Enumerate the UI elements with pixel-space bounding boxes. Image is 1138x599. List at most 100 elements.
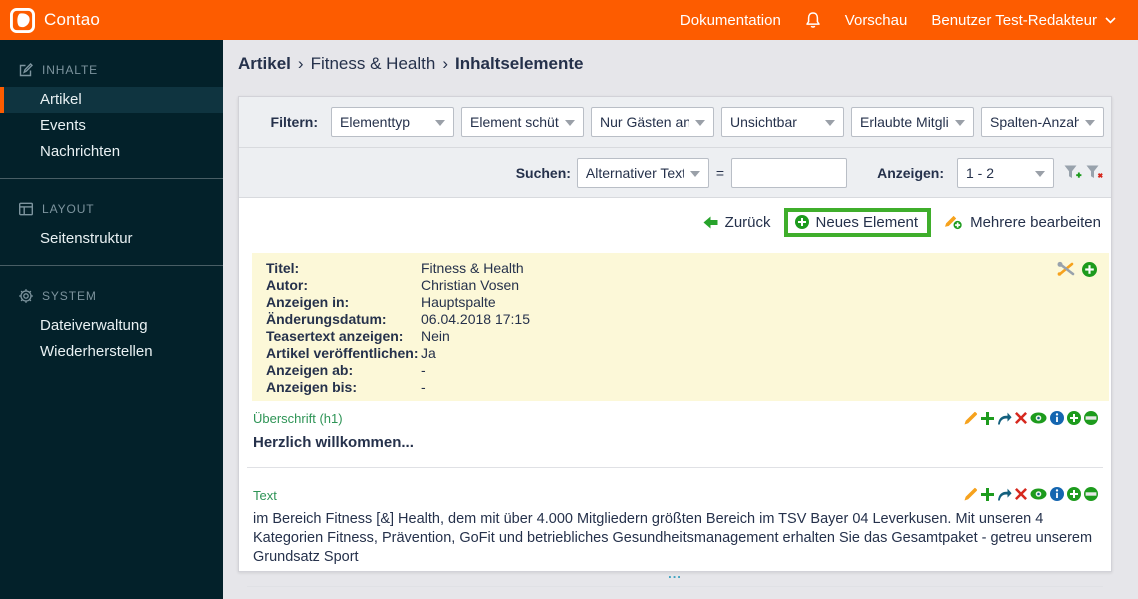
info-label: Anzeigen ab: [266, 362, 354, 378]
top-header: Contao Dokumentation Vorschau Benutzer T… [0, 0, 1138, 40]
edit-pencil-icon[interactable] [964, 487, 978, 501]
element-more-ellipsis[interactable]: ... [253, 567, 1097, 581]
info-label: Autor: [266, 277, 308, 293]
info-icon[interactable] [1050, 487, 1064, 501]
duplicate-plus-icon[interactable] [981, 411, 994, 425]
breadcrumb-separator: › [442, 54, 448, 73]
sidebar-item-nachrichten[interactable]: Nachrichten [0, 139, 223, 165]
delete-x-icon[interactable] [1015, 412, 1027, 424]
sidebar-item-artikel[interactable]: Artikel [0, 87, 223, 113]
duplicate-plus-icon[interactable] [981, 487, 994, 501]
brand-home-link[interactable]: Contao [0, 7, 101, 33]
info-label: Änderungsdatum: [266, 311, 387, 327]
visibility-eye-icon[interactable] [1030, 488, 1047, 500]
filter-apply-icon[interactable] [1064, 165, 1082, 180]
circle-plus-icon[interactable] [1082, 261, 1097, 277]
range-select[interactable]: 1 - 2 [957, 157, 1054, 188]
move-arrow-icon[interactable] [997, 412, 1012, 425]
gear-icon [18, 288, 34, 304]
select-value: Alternativer Text [585, 164, 684, 181]
caret-down-icon [435, 120, 445, 126]
filter-label: Filtern: [270, 114, 318, 130]
sidebar-item-dateiverwaltung[interactable]: Dateiverwaltung [0, 313, 223, 339]
element-headline-text: Herzlich willkommen... [253, 434, 414, 451]
search-bar: Suchen: Alternativer Text = Anzeigen: 1 … [239, 148, 1111, 198]
sidebar-item-seitenstruktur[interactable]: Seitenstruktur [0, 226, 223, 252]
info-value: Ja [421, 345, 436, 361]
info-value: 06.04.2018 17:15 [421, 311, 530, 327]
content-panel: Filtern: Elementtyp Element schütze Nur … [238, 96, 1112, 587]
filter-erlaubte-mitglieder-select[interactable]: Erlaubte Mitglie [851, 107, 974, 137]
delete-x-icon[interactable] [1015, 488, 1027, 500]
element-body-text: im Bereich Fitness [&] Health, dem mit ü… [253, 511, 1093, 565]
action-highlight-box: Neues Element [783, 207, 932, 237]
visibility-eye-icon[interactable] [1030, 412, 1047, 424]
equals-operator: = [715, 164, 725, 181]
add-circle-plus-icon[interactable] [1067, 411, 1081, 425]
info-row: Artikel veröffentlichen: Ja [266, 345, 1095, 362]
add-circle-plus-icon[interactable] [1067, 487, 1081, 501]
sidebar: INHALTE Artikel Events Nachrichten LAYOU… [0, 40, 223, 599]
nav-dokumentation[interactable]: Dokumentation [680, 12, 781, 29]
sidebar-item-wiederherstellen[interactable]: Wiederherstellen [0, 339, 223, 365]
edit-multiple-label: Mehrere bearbeiten [970, 213, 1101, 231]
settings-tools-icon[interactable] [1056, 261, 1077, 277]
filter-nur-gaesten-select[interactable]: Nur Gästen anze [591, 107, 714, 137]
back-label: Zurück [724, 213, 771, 231]
element-divider [247, 586, 1103, 587]
show-range-group: Anzeigen: 1 - 2 [877, 157, 1054, 188]
new-element-button[interactable]: Neues Element [794, 213, 919, 231]
top-nav: Dokumentation Vorschau Benutzer Test-Red… [680, 11, 1138, 29]
info-label: Anzeigen in: [266, 294, 350, 310]
article-actions [1056, 261, 1097, 277]
sidebar-item-events[interactable]: Events [0, 113, 223, 139]
element-actions [964, 411, 1098, 425]
circle-minus-icon[interactable] [1084, 411, 1098, 425]
edit-multiple-button[interactable]: Mehrere bearbeiten [944, 214, 1101, 231]
search-field-select[interactable]: Alternativer Text [576, 157, 709, 188]
circle-minus-icon[interactable] [1084, 487, 1098, 501]
info-row: Anzeigen bis: - [266, 379, 1095, 396]
sidebar-section-layout: LAYOUT [0, 201, 223, 217]
nav-vorschau[interactable]: Vorschau [845, 12, 908, 29]
caret-down-icon [695, 120, 705, 126]
caret-down-icon [689, 170, 700, 177]
sidebar-section-label: LAYOUT [42, 202, 95, 216]
info-label: Artikel veröffentlichen: [266, 345, 419, 361]
sidebar-section-inhalte: INHALTE [0, 62, 223, 78]
contao-logo-icon [10, 7, 35, 33]
breadcrumb-artikel[interactable]: Artikel [238, 54, 291, 73]
filter-element-schuetzen-select[interactable]: Element schütze [461, 107, 584, 137]
caret-down-icon [825, 120, 835, 126]
edit-pencil-icon[interactable] [964, 411, 978, 425]
new-element-label: Neues Element [815, 213, 919, 231]
move-arrow-icon[interactable] [997, 488, 1012, 501]
select-value: 1 - 2 [966, 164, 995, 181]
user-name: Benutzer Test-Redakteur [931, 11, 1097, 29]
breadcrumb-fitness-health[interactable]: Fitness & Health [311, 54, 436, 73]
info-value: - [421, 362, 426, 378]
filter-elementtyp-select[interactable]: Elementtyp [331, 107, 454, 137]
filter-unsichtbar-select[interactable]: Unsichtbar [721, 107, 844, 137]
info-row: Änderungsdatum: 06.04.2018 17:15 [266, 311, 1095, 328]
search-input[interactable] [731, 157, 848, 188]
filter-spalten-anzahl-select[interactable]: Spalten-Anzahl [981, 107, 1104, 137]
caret-down-icon [1035, 170, 1045, 177]
breadcrumb-inhaltselemente: Inhaltselemente [455, 54, 584, 73]
brand-name: Contao [44, 10, 101, 29]
edit-multiple-icon [944, 214, 963, 230]
select-value: Spalten-Anzahl [990, 114, 1079, 130]
info-icon[interactable] [1050, 411, 1064, 425]
bell-icon[interactable] [805, 11, 821, 29]
main-content: Artikel › Fitness & Health › Inhaltselemente… [223, 40, 1138, 599]
filter-bar: Filtern: Elementtyp Element schütze Nur … [239, 97, 1111, 148]
info-value: Christian Vosen [421, 277, 520, 293]
nav-user-menu[interactable]: Benutzer Test-Redakteur [931, 12, 1116, 29]
breadcrumb: Artikel › Fitness & Health › Inhaltselemente [238, 54, 584, 74]
search-label: Suchen: [515, 164, 571, 181]
back-button[interactable]: Zurück [703, 214, 771, 231]
sidebar-section-label: INHALTE [42, 63, 99, 77]
info-row: Titel: Fitness & Health [266, 260, 1095, 277]
filter-reset-icon[interactable] [1086, 165, 1104, 180]
caret-down-icon [1085, 120, 1095, 126]
